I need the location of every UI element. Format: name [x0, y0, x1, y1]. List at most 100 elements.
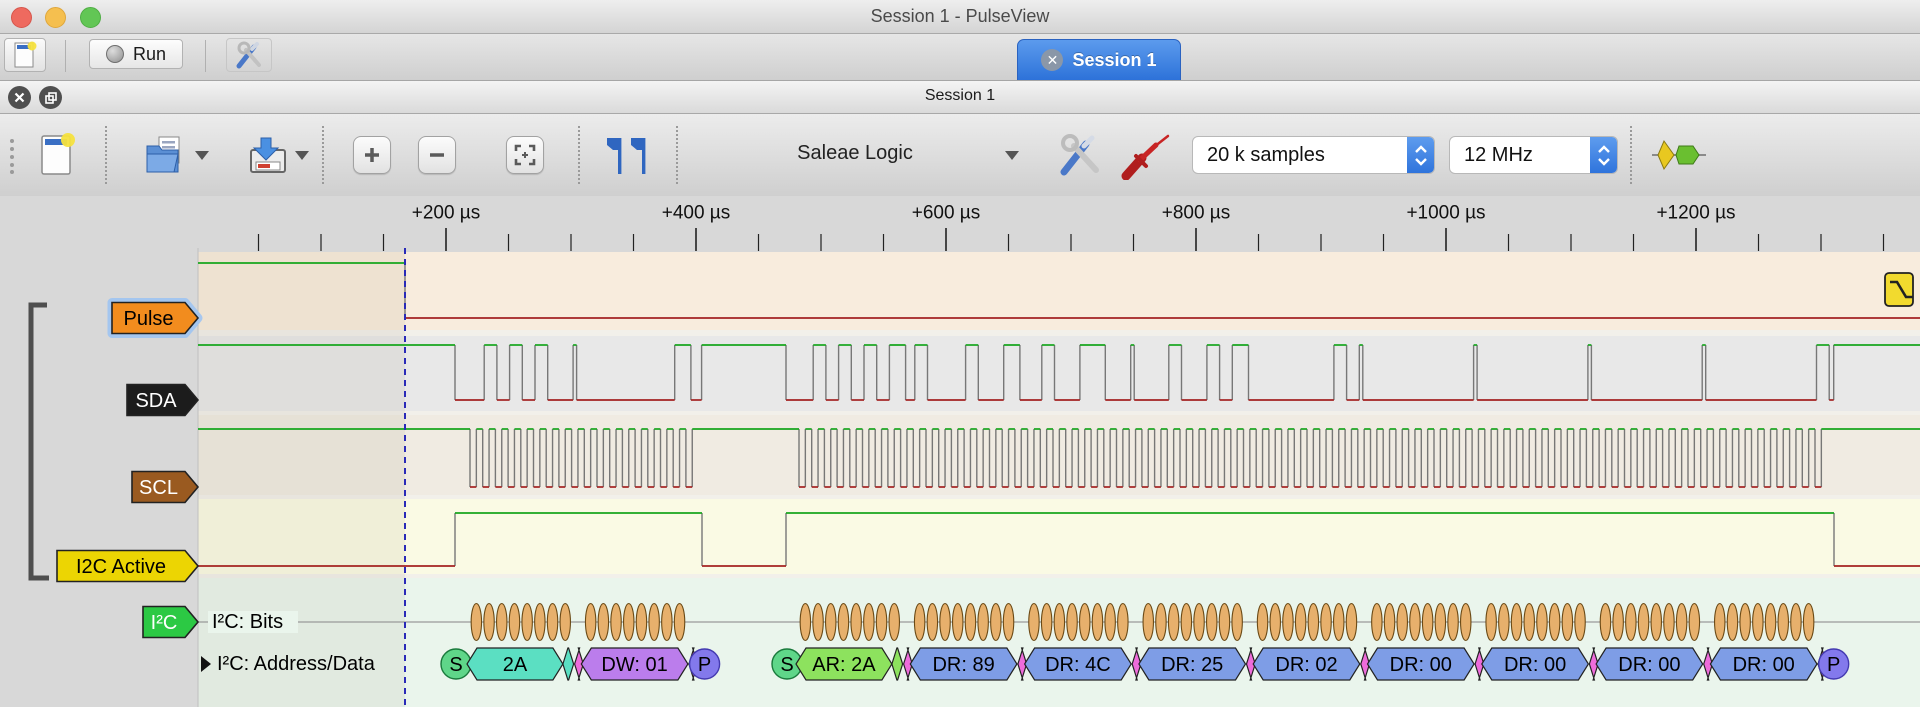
i2c-bit-annotation[interactable] — [1537, 604, 1547, 641]
i2c-bit-annotation[interactable] — [1727, 604, 1737, 641]
toolbar-drag-handle[interactable] — [8, 138, 16, 174]
i2c-bit-annotation[interactable] — [1143, 604, 1153, 641]
i2c-bit-annotation[interactable] — [674, 604, 684, 641]
i2c-bit-annotation[interactable] — [1613, 604, 1623, 641]
i2c-bit-annotation[interactable] — [1181, 604, 1191, 641]
i2c-bit-annotation[interactable] — [1041, 604, 1051, 641]
configure-device-button[interactable] — [1056, 134, 1102, 176]
i2c-bit-annotation[interactable] — [813, 604, 823, 641]
i2c-bit-annotation[interactable] — [1448, 604, 1458, 641]
i2c-bit-annotation[interactable] — [1067, 604, 1077, 641]
i2c-bit-annotation[interactable] — [1003, 604, 1013, 641]
i2c-bit-annotation[interactable] — [1689, 604, 1699, 641]
session-tab[interactable]: ✕ Session 1 — [1017, 39, 1181, 80]
i2c-bit-annotation[interactable] — [978, 604, 988, 641]
i2c-bit-annotation[interactable] — [1778, 604, 1788, 641]
save-dropdown-arrow[interactable] — [295, 151, 309, 160]
i2c-bit-annotation[interactable] — [509, 604, 519, 641]
i2c-bit-annotation[interactable] — [1676, 604, 1686, 641]
i2c-bit-annotation[interactable] — [1499, 604, 1509, 641]
i2c-bit-annotation[interactable] — [838, 604, 848, 641]
i2c-bit-annotation[interactable] — [1410, 604, 1420, 641]
i2c-bit-annotation[interactable] — [1435, 604, 1445, 641]
i2c-bit-annotation[interactable] — [1524, 604, 1534, 641]
i2c-bit-annotation[interactable] — [598, 604, 608, 641]
close-session-tab-icon[interactable]: ✕ — [1041, 49, 1063, 71]
i2c-bit-annotation[interactable] — [1194, 604, 1204, 641]
i2c-bit-annotation[interactable] — [1207, 604, 1217, 641]
i2c-bit-annotation[interactable] — [535, 604, 545, 641]
add-decoder-button[interactable] — [1652, 136, 1706, 174]
i2c-bit-annotation[interactable] — [1740, 604, 1750, 641]
zoom-out-button[interactable] — [418, 136, 456, 174]
waveform-canvas[interactable]: +200 µs+400 µs+600 µs+800 µs+1000 µs+120… — [0, 196, 1920, 707]
i2c-bit-annotation[interactable] — [1384, 604, 1394, 641]
i2c-bit-annotation[interactable] — [497, 604, 507, 641]
i2c-bit-annotation[interactable] — [991, 604, 1001, 641]
i2c-bit-annotation[interactable] — [1638, 604, 1648, 641]
i2c-bit-annotation[interactable] — [1461, 604, 1471, 641]
i2c-bit-annotation[interactable] — [1105, 604, 1115, 641]
session-settings-button[interactable] — [226, 38, 272, 72]
i2c-bit-annotation[interactable] — [1219, 604, 1229, 641]
i2c-bit-annotation[interactable] — [914, 604, 924, 641]
i2c-bit-annotation[interactable] — [1054, 604, 1064, 641]
i2c-bit-annotation[interactable] — [1334, 604, 1344, 641]
i2c-bit-annotation[interactable] — [1168, 604, 1178, 641]
sample-count-stepper[interactable] — [1407, 137, 1434, 173]
i2c-bit-annotation[interactable] — [1791, 604, 1801, 641]
trigger-falling-edge-flag[interactable] — [1885, 273, 1913, 306]
sample-rate-select[interactable]: 12 MHz — [1449, 136, 1618, 174]
i2c-bit-annotation[interactable] — [1803, 604, 1813, 641]
open-file-button[interactable] — [143, 134, 187, 176]
i2c-bit-annotation[interactable] — [800, 604, 810, 641]
i2c-bit-annotation[interactable] — [864, 604, 874, 641]
i2c-bit-annotation[interactable] — [1257, 604, 1267, 641]
i2c-bit-annotation[interactable] — [927, 604, 937, 641]
i2c-bit-annotation[interactable] — [940, 604, 950, 641]
i2c-bit-annotation[interactable] — [1118, 604, 1128, 641]
i2c-bit-annotation[interactable] — [1511, 604, 1521, 641]
i2c-bit-annotation[interactable] — [1651, 604, 1661, 641]
i2c-bit-annotation[interactable] — [1715, 604, 1725, 641]
i2c-bit-annotation[interactable] — [1664, 604, 1674, 641]
i2c-bit-annotation[interactable] — [889, 604, 899, 641]
i2c-bit-annotation[interactable] — [1308, 604, 1318, 641]
i2c_active-row-background[interactable] — [198, 499, 1920, 574]
i2c-bit-annotation[interactable] — [1397, 604, 1407, 641]
new-file-button[interactable] — [39, 130, 75, 180]
i2c-bit-annotation[interactable] — [484, 604, 494, 641]
i2c-bit-annotation[interactable] — [851, 604, 861, 641]
i2c-bit-annotation[interactable] — [1753, 604, 1763, 641]
i2c-bit-annotation[interactable] — [611, 604, 621, 641]
i2c-bit-annotation[interactable] — [1321, 604, 1331, 641]
i2c-bit-annotation[interactable] — [1080, 604, 1090, 641]
i2c-bit-annotation[interactable] — [471, 604, 481, 641]
i2c-bit-annotation[interactable] — [1346, 604, 1356, 641]
i2c-bit-annotation[interactable] — [1549, 604, 1559, 641]
i2c-bit-annotation[interactable] — [1486, 604, 1496, 641]
zoom-in-button[interactable] — [353, 136, 391, 174]
i2c-bit-annotation[interactable] — [1372, 604, 1382, 641]
i2c-bit-annotation[interactable] — [826, 604, 836, 641]
i2c-bit-annotation[interactable] — [1295, 604, 1305, 641]
device-select[interactable]: Saleae Logic — [790, 142, 920, 165]
i2c-bit-annotation[interactable] — [560, 604, 570, 641]
open-dropdown-arrow[interactable] — [195, 151, 209, 160]
sample-count-select[interactable]: 20 k samples — [1192, 136, 1435, 174]
i2c-bit-annotation[interactable] — [522, 604, 532, 641]
i2c-bit-annotation[interactable] — [547, 604, 557, 641]
i2c-bit-annotation[interactable] — [1765, 604, 1775, 641]
i2c-bit-annotation[interactable] — [1626, 604, 1636, 641]
i2c-bit-annotation[interactable] — [636, 604, 646, 641]
i2c-bit-annotation[interactable] — [1422, 604, 1432, 641]
i2c-bit-annotation[interactable] — [1092, 604, 1102, 641]
i2c-bit-annotation[interactable] — [1029, 604, 1039, 641]
show-cursors-button[interactable] — [601, 136, 651, 176]
i2c-bit-annotation[interactable] — [1283, 604, 1293, 641]
i2c-bit-annotation[interactable] — [624, 604, 634, 641]
save-file-button[interactable] — [247, 134, 289, 176]
i2c-bit-annotation[interactable] — [1600, 604, 1610, 641]
i2c-bit-annotation[interactable] — [876, 604, 886, 641]
device-dropdown-arrow[interactable] — [1005, 151, 1019, 160]
